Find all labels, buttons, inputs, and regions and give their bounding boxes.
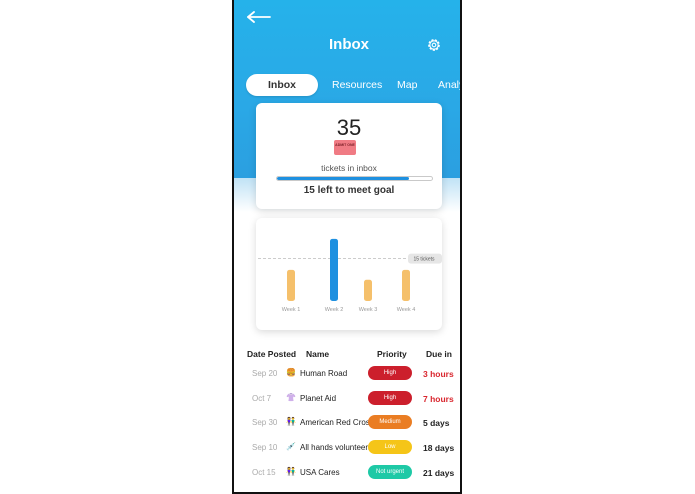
gear-icon[interactable] (426, 37, 442, 53)
ticket-icon-text: ADMIT ONE (335, 143, 355, 147)
tab-resources[interactable]: Resources (332, 74, 382, 96)
table-row[interactable]: Oct 15 👫 USA Cares Not urgent 21 days (234, 465, 460, 485)
back-arrow-icon[interactable] (246, 10, 272, 24)
priority-badge[interactable]: High (368, 366, 412, 380)
goal-reference-label: 15 tickets (413, 257, 435, 263)
due-in: 21 days (423, 468, 455, 478)
priority-badge[interactable]: High (368, 391, 412, 405)
table-row[interactable]: Sep 10 💉 All hands volunteers Low 18 days (234, 440, 460, 460)
weekly-chart-card: 15 tickets Week 1 Week 2 Week 3 Week 4 (256, 218, 442, 330)
header-priority: Priority (377, 349, 407, 359)
date-posted: Oct 15 (252, 468, 276, 477)
tab-inbox[interactable]: Inbox (246, 74, 318, 96)
x-tick-label: Week 2 (325, 307, 344, 313)
people-icon: 👫 (286, 417, 296, 426)
shirt-icon: 👚 (286, 393, 296, 402)
date-posted: Sep 20 (252, 369, 278, 378)
due-in: 3 hours (423, 369, 454, 379)
goal-progress-bar (276, 176, 433, 181)
ticket-count: 35 (336, 115, 362, 140)
date-posted: Sep 30 (252, 418, 278, 427)
header-date-posted: Date Posted (247, 349, 297, 359)
priority-badge[interactable]: Low (368, 440, 412, 454)
goal-progress-fill (277, 177, 409, 180)
people-icon: 👫 (286, 467, 296, 476)
bar-week-4[interactable] (402, 269, 410, 301)
tab-analytics[interactable]: Analy (438, 74, 460, 96)
header-name: Name (306, 349, 330, 359)
priority-badge[interactable]: Not urgent (368, 465, 412, 479)
due-in: 7 hours (423, 394, 454, 404)
due-in: 18 days (423, 443, 455, 453)
x-tick-label: Week 3 (359, 307, 378, 313)
x-tick-label: Week 1 (282, 307, 301, 313)
table-row[interactable]: Sep 30 👫 American Red Cross Medium 5 days (234, 415, 460, 435)
date-posted: Sep 10 (252, 443, 278, 452)
organization-name: Human Road (300, 369, 348, 378)
bar-week-3[interactable] (364, 279, 372, 301)
ticket-icon: ADMIT ONE (334, 140, 356, 155)
goal-label: 15 left to meet goal (303, 185, 395, 196)
syringe-icon: 💉 (286, 442, 296, 451)
bar-week-2[interactable] (330, 238, 338, 301)
organization-name: USA Cares (300, 468, 340, 477)
phone-screen: Inbox Inbox Resources Map Analy 35 ADMIT… (232, 0, 462, 494)
summary-card: 35 ADMIT ONE tickets in inbox 15 left to… (256, 103, 442, 209)
tickets-in-inbox-label: tickets in inbox (321, 163, 377, 173)
table-row[interactable]: Sep 20 🍔 Human Road High 3 hours (234, 366, 460, 386)
tab-bar: Inbox Resources Map Analy (234, 74, 460, 96)
x-tick-label: Week 4 (397, 307, 416, 313)
table-row[interactable]: Oct 7 👚 Planet Aid High 7 hours (234, 391, 460, 411)
tab-map[interactable]: Map (397, 74, 417, 96)
burger-icon: 🍔 (286, 368, 296, 377)
weekly-bar-chart: 15 tickets Week 1 Week 2 Week 3 Week 4 (258, 238, 442, 313)
organization-name: American Red Cross (300, 418, 374, 427)
header-due-in: Due in (426, 349, 452, 359)
due-in: 5 days (423, 418, 450, 428)
priority-badge[interactable]: Medium (368, 415, 412, 429)
date-posted: Oct 7 (252, 394, 272, 403)
organization-name: All hands volunteers (300, 443, 373, 452)
organization-name: Planet Aid (300, 394, 337, 403)
bar-week-1[interactable] (287, 269, 295, 301)
